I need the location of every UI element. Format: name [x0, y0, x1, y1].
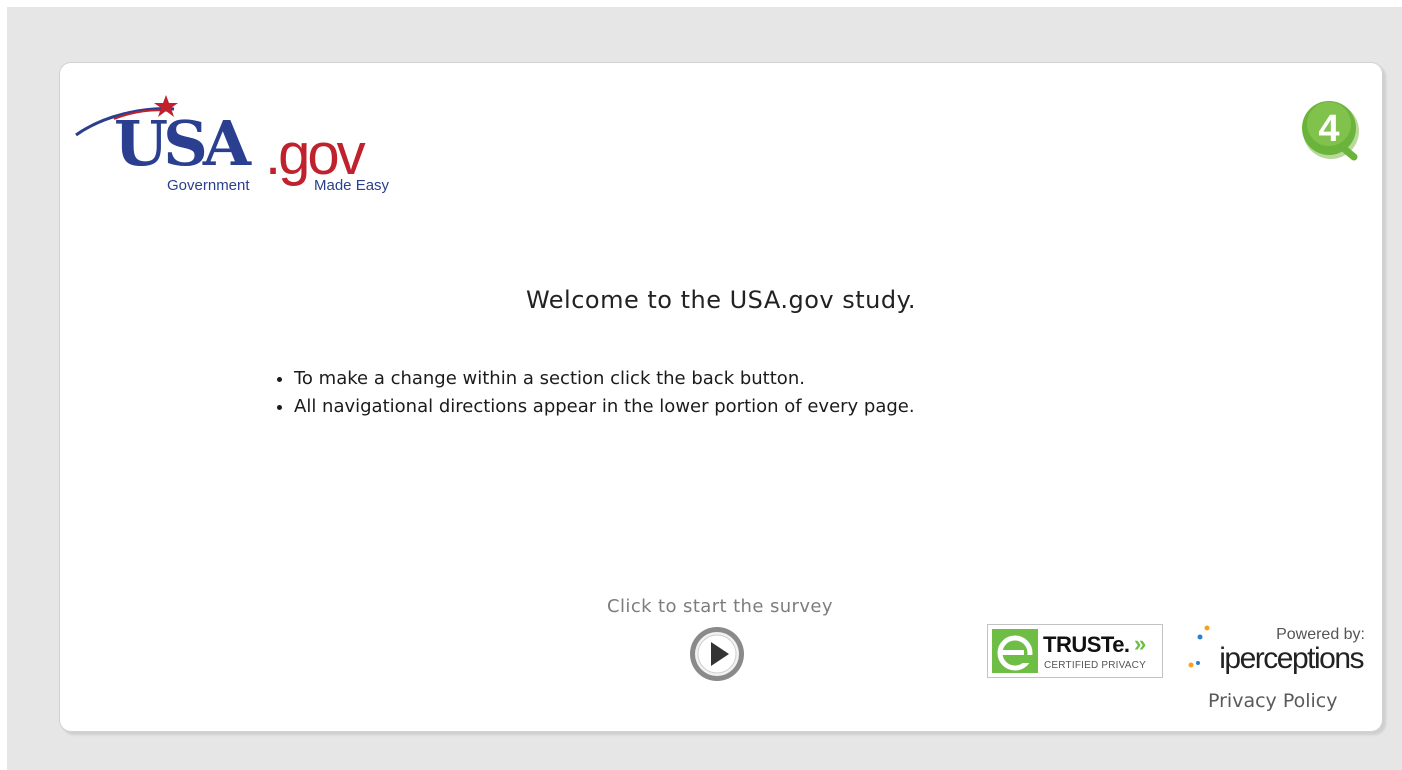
4q-badge-graphic: 4 — [1302, 101, 1359, 161]
logo-usa-text: USA — [114, 107, 251, 180]
play-icon — [690, 627, 744, 681]
truste-logo-icon — [992, 629, 1038, 673]
list-item: All navigational directions appear in th… — [294, 393, 915, 421]
usa-gov-logo: USA .gov Government Made Easy — [74, 93, 414, 203]
iperceptions-dots-icon — [1188, 625, 1210, 668]
powered-by-logo[interactable]: Powered by: iperceptions — [1185, 623, 1365, 681]
list-item: To make a change within a section click … — [294, 365, 915, 393]
iperceptions-brand: iperceptions — [1219, 642, 1364, 675]
truste-subtitle: CERTIFIED PRIVACY — [1044, 660, 1146, 671]
truste-arrows-icon: » — [1134, 631, 1147, 656]
badge-label: 4 — [1318, 108, 1339, 150]
logo-tagline-left: Government — [167, 177, 250, 194]
instructions-list: To make a change within a section click … — [270, 365, 915, 421]
start-survey-button[interactable] — [688, 625, 746, 683]
privacy-policy-link[interactable]: Privacy Policy — [1208, 690, 1337, 712]
logo-gov-text: .gov — [265, 122, 366, 187]
truste-name: TRUSTe. — [1043, 632, 1130, 657]
survey-card: USA .gov Government Made Easy 4 Welcome … — [59, 62, 1383, 732]
logo-tagline-right: Made Easy — [314, 177, 390, 194]
welcome-heading: Welcome to the USA.gov study. — [525, 286, 917, 314]
4q-badge-icon: 4 — [1298, 97, 1362, 161]
truste-seal-link[interactable]: TRUSTe. » CERTIFIED PRIVACY — [987, 624, 1163, 678]
start-survey-label: Click to start the survey — [607, 596, 833, 617]
page-background: USA .gov Government Made Easy 4 Welcome … — [7, 7, 1402, 770]
truste-e-icon — [997, 635, 1033, 671]
